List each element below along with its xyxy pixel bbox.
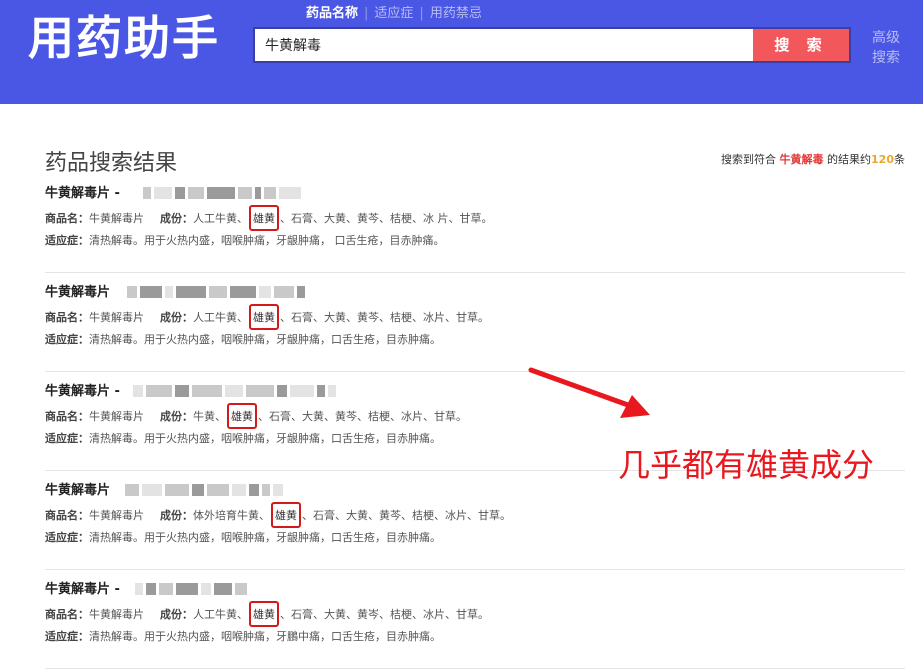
name-label: 商品名：	[45, 212, 89, 225]
result-title[interactable]: 牛黄解毒片	[45, 281, 110, 300]
search-button[interactable]: 搜 索	[753, 29, 849, 61]
indication-value: 清热解毒。用于火热内盛，咽喉肿痛，牙龈肿痛， 口舌生疮，目赤肿痛。	[89, 234, 445, 247]
indication-label: 适应症：	[45, 531, 89, 544]
indication-label: 适应症：	[45, 333, 89, 346]
result-item: 牛黄解毒片 - 商品名：牛黄解毒片 成份：人工牛黄、 雄黄 、石膏、大黄、黄岑、桔梗、…	[45, 570, 905, 669]
result-indication-line: 适应症：清热解毒。用于火热内盛，咽喉肿痛，牙龈肿痛，口舌生疮，目赤肿痛。	[45, 529, 441, 545]
ingredients-pre: 人工牛黄、	[193, 608, 248, 621]
redacted-manufacturer	[133, 380, 339, 397]
redacted-manufacturer	[125, 479, 286, 496]
advanced-search-line2: 搜索	[872, 50, 900, 66]
name-label: 商品名：	[45, 608, 89, 621]
top-header: 用药助手 药品名称 | 适应症 | 用药禁忌 搜 索 高级 搜索	[0, 0, 923, 104]
highlighted-ingredient: 雄黄	[249, 601, 279, 627]
ingredients-pre: 人工牛黄、	[193, 311, 248, 324]
summary-suffix: 条	[894, 153, 905, 166]
tab-separator: |	[419, 6, 424, 21]
result-indication-line: 适应症：清热解毒。用于火热内盛，咽喉肿痛，牙龈肿痛， 口舌生疮，目赤肿痛。	[45, 232, 445, 248]
ingredients-post: 、石膏、大黄、黄岑、桔梗、冰片、甘草。	[280, 608, 489, 621]
name-label: 商品名：	[45, 410, 89, 423]
name-value: 牛黄解毒片	[89, 311, 144, 324]
ingredients-pre: 牛黄、	[193, 410, 226, 423]
ingredients-post: 、石膏、大黄、黄芩、桔梗、冰 片、甘草。	[280, 212, 493, 225]
ingredients-post: 、石膏、大黄、黄芩、桔梗、冰片、甘草。	[280, 311, 489, 324]
redacted-manufacturer	[127, 281, 308, 298]
summary-count: 120	[871, 153, 894, 166]
advanced-search-line1: 高级	[872, 30, 900, 46]
ingredients-pre: 人工牛黄、	[193, 212, 248, 225]
indication-value: 清热解毒。用于火热内盛，咽喉肿痛，牙龈肿痛，口舌生疮，目赤肿痛。	[89, 333, 441, 346]
annotation-text: 几乎都有雄黄成分	[618, 446, 875, 484]
search-box: 搜 索	[253, 27, 851, 63]
summary-prefix: 搜索到符合	[721, 153, 777, 166]
result-name-line: 商品名：牛黄解毒片 成份：人工牛黄、 雄黄 、石膏、大黄、黄芩、桔梗、冰 片、甘草。	[45, 205, 493, 231]
indication-value: 清热解毒。用于火热内盛，咽喉肿痛，牙龈肿痛，口舌生疮，目赤肿痛。	[89, 432, 441, 445]
result-title[interactable]: 牛黄解毒片 -	[45, 380, 120, 399]
indication-label: 适应症：	[45, 630, 89, 643]
site-logo[interactable]: 用药助手	[28, 10, 220, 66]
indication-label: 适应症：	[45, 234, 89, 247]
highlighted-ingredient: 雄黄	[249, 304, 279, 330]
result-indication-line: 适应症：清热解毒。用于火热内盛，咽喉肿痛，牙龈肿痛，口舌生疮，目赤肿痛。	[45, 430, 441, 446]
result-indication-line: 适应症：清热解毒。用于火热内盛，咽喉肿痛，牙鵬中痛，口舌生疮，目赤肿痛。	[45, 628, 441, 644]
name-value: 牛黄解毒片	[89, 212, 144, 225]
redacted-manufacturer	[135, 578, 250, 595]
ingredients-label: 成份：	[160, 212, 193, 225]
advanced-search-link[interactable]: 高级 搜索	[872, 28, 902, 68]
annotation-arrow-icon	[528, 367, 650, 418]
result-name-line: 商品名：牛黄解毒片 成份：牛黄、 雄黄 、石膏、大黄、黄芩、桔梗、冰片、甘草。	[45, 403, 467, 429]
indication-value: 清热解毒。用于火热内盛，咽喉肿痛，牙鵬中痛，口舌生疮，目赤肿痛。	[89, 630, 441, 643]
result-name-line: 商品名：牛黄解毒片 成份：体外培育牛黄、 雄黄 、石膏、大黄、黄芩、桔梗、冰片、甘草。	[45, 502, 511, 528]
tab-indication[interactable]: 适应症	[374, 2, 413, 21]
tab-drug-name[interactable]: 药品名称	[306, 2, 358, 21]
ingredients-label: 成份：	[160, 509, 193, 522]
tab-separator: |	[364, 6, 369, 21]
results-title: 药品搜索结果	[45, 151, 178, 176]
ingredients-post: 、石膏、大黄、黄芩、桔梗、冰片、甘草。	[302, 509, 511, 522]
search-input[interactable]	[255, 29, 753, 61]
result-title[interactable]: 牛黄解毒片 -	[45, 182, 120, 201]
name-value: 牛黄解毒片	[89, 410, 144, 423]
ingredients-pre: 体外培育牛黄、	[193, 509, 270, 522]
ingredients-label: 成份：	[160, 410, 193, 423]
result-item: 牛黄解毒片 商品名：牛黄解毒片 成份：人工牛黄、 雄黄 、石膏、大黄、黄芩、桔梗、冰片…	[45, 273, 905, 372]
indication-label: 适应症：	[45, 432, 89, 445]
name-value: 牛黄解毒片	[89, 509, 144, 522]
result-indication-line: 适应症：清热解毒。用于火热内盛，咽喉肿痛，牙龈肿痛，口舌生疮，目赤肿痛。	[45, 331, 441, 347]
ingredients-label: 成份：	[160, 311, 193, 324]
result-name-line: 商品名：牛黄解毒片 成份：人工牛黄、 雄黄 、石膏、大黄、黄岑、桔梗、冰片、甘草。	[45, 601, 489, 627]
name-value: 牛黄解毒片	[89, 608, 144, 621]
result-title[interactable]: 牛黄解毒片 -	[45, 578, 120, 597]
result-item: 牛黄解毒片 - 商品名：牛黄解毒片 成份：人工牛黄、 雄黄 、石膏、大黄、黄芩、桔梗、…	[45, 174, 905, 273]
summary-keyword: 牛黄解毒	[779, 153, 824, 166]
summary-mid: 的结果约	[827, 153, 872, 166]
result-title[interactable]: 牛黄解毒片	[45, 479, 110, 498]
name-label: 商品名：	[45, 509, 89, 522]
highlighted-ingredient: 雄黄	[249, 205, 279, 231]
indication-value: 清热解毒。用于火热内盛，咽喉肿痛，牙龈肿痛，口舌生疮，目赤肿痛。	[89, 531, 441, 544]
highlighted-ingredient: 雄黄	[227, 403, 257, 429]
ingredients-label: 成份：	[160, 608, 193, 621]
result-name-line: 商品名：牛黄解毒片 成份：人工牛黄、 雄黄 、石膏、大黄、黄芩、桔梗、冰片、甘草。	[45, 304, 489, 330]
ingredients-post: 、石膏、大黄、黄芩、桔梗、冰片、甘草。	[258, 410, 467, 423]
results-summary: 搜索到符合 牛黄解毒 的结果约120条	[721, 151, 905, 167]
redacted-manufacturer	[143, 182, 304, 199]
name-label: 商品名：	[45, 311, 89, 324]
search-type-tabs: 药品名称 | 适应症 | 用药禁忌	[306, 2, 482, 21]
highlighted-ingredient: 雄黄	[271, 502, 301, 528]
tab-contraindication[interactable]: 用药禁忌	[430, 2, 482, 21]
